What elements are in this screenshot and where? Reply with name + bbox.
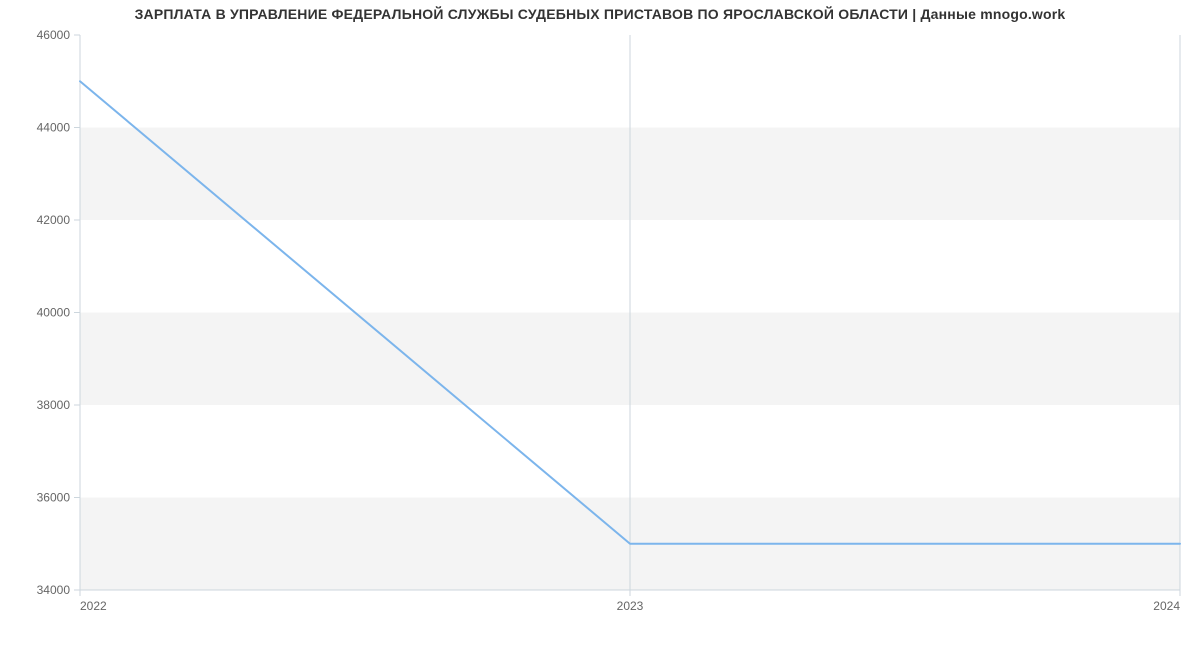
y-tick-label: 40000 — [37, 306, 71, 320]
chart-title: ЗАРПЛАТА В УПРАВЛЕНИЕ ФЕДЕРАЛЬНОЙ СЛУЖБЫ… — [0, 6, 1200, 22]
line-chart: 34000 36000 38000 40000 42000 44000 46000 2022 2… — [0, 0, 1200, 650]
x-tick-label: 2023 — [617, 599, 644, 613]
x-tick-label: 2024 — [1153, 599, 1180, 613]
y-tick-label: 44000 — [37, 121, 71, 135]
chart-container: ЗАРПЛАТА В УПРАВЛЕНИЕ ФЕДЕРАЛЬНОЙ СЛУЖБЫ… — [0, 0, 1200, 650]
y-tick-label: 34000 — [37, 583, 71, 597]
y-tick-label: 38000 — [37, 398, 71, 412]
x-tick-label: 2022 — [80, 599, 107, 613]
y-axis: 34000 36000 38000 40000 42000 44000 46000 — [37, 28, 80, 597]
y-tick-label: 42000 — [37, 213, 71, 227]
y-tick-label: 36000 — [37, 491, 71, 505]
y-tick-label: 46000 — [37, 28, 71, 42]
